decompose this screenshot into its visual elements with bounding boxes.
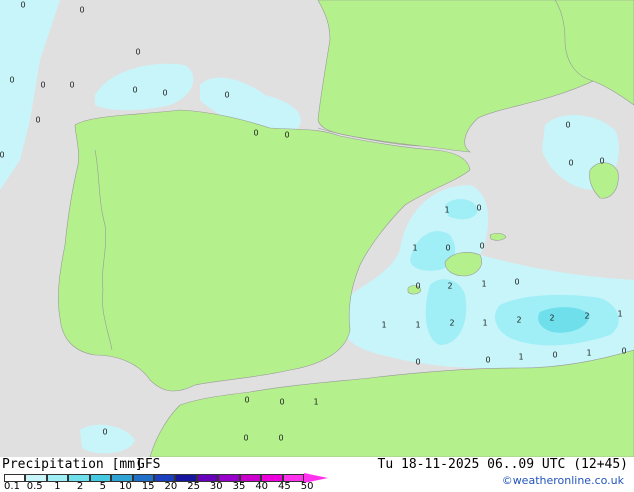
precip-value-label: 1 xyxy=(481,280,486,289)
precip-value-label: 2 xyxy=(447,282,452,291)
precip-value-label: 1 xyxy=(412,244,417,253)
legend-tick-label: 2 xyxy=(76,481,84,492)
precip-value-label: 0 xyxy=(9,76,14,85)
precip-value-label: 0 xyxy=(20,1,25,10)
precip-value-label: 0 xyxy=(244,396,249,405)
precipitation-map: 0 0 0 0 0 0 0 0 0 0 0 0 0 0 1 0 1 0 0 0 2 1 0 1 1 2 1 2 2 2 1 0 0 1 0 1 0 0 0 0… xyxy=(0,0,634,457)
precip-value-label: 1 xyxy=(415,321,420,330)
legend-title: Precipitation [mm] xyxy=(2,457,143,472)
precip-value-label: 2 xyxy=(516,316,521,325)
precip-value-label: 0 xyxy=(253,129,258,138)
precip-value-label: 0 xyxy=(0,151,5,160)
precip-value-label: 0 xyxy=(621,347,626,356)
precip-value-label: 2 xyxy=(449,319,454,328)
legend-tick-label: 15 xyxy=(141,481,155,492)
precip-value-label: 0 xyxy=(284,131,289,140)
precip-value-label: 0 xyxy=(162,89,167,98)
credit-link[interactable]: ©weatheronline.co.uk xyxy=(502,474,624,487)
legend-tick-label: 30 xyxy=(209,481,223,492)
precip-value-label: 2 xyxy=(549,314,554,323)
precip-value-label: 0 xyxy=(565,121,570,130)
valid-time: Tu 18-11-2025 06..09 UTC (12+45) xyxy=(377,457,628,472)
precip-value-label: 0 xyxy=(485,356,490,365)
precip-value-label: 0 xyxy=(279,398,284,407)
precip-value-label: 1 xyxy=(518,353,523,362)
legend-footer: Precipitation [mm] GFS Tu 18-11-2025 06.… xyxy=(0,457,634,492)
precip-value-label: 1 xyxy=(444,206,449,215)
legend-tick-label: 25 xyxy=(187,481,200,492)
menorca xyxy=(489,232,507,241)
precip-value-label: 0 xyxy=(132,86,137,95)
precip-value-label: 0 xyxy=(69,81,74,90)
precip-value-label: 0 xyxy=(599,157,604,166)
precip-value-label: 0 xyxy=(40,81,45,90)
legend-tick-label: 50 xyxy=(300,481,314,492)
precip-value-label: 0 xyxy=(79,6,84,15)
legend-model: GFS xyxy=(137,457,161,472)
precip-value-label: 0 xyxy=(415,358,420,367)
precip-value-label: 1 xyxy=(617,310,622,319)
legend-tick-label: 45 xyxy=(278,481,291,492)
precip-value-label: 1 xyxy=(586,349,591,358)
precip-value-label: 0 xyxy=(102,428,107,437)
precip-value-label: 2 xyxy=(584,312,589,321)
precip-value-label: 0 xyxy=(278,434,283,443)
legend-tick-label: 5 xyxy=(99,481,106,492)
precip-value-label: 0 xyxy=(135,48,140,57)
precip-value-label: 0 xyxy=(445,244,450,253)
precip-value-label: 0 xyxy=(476,204,481,213)
legend-tick-label: 40 xyxy=(255,481,269,492)
precip-value-label: 0 xyxy=(552,351,557,360)
precip-value-label: 0 xyxy=(224,91,229,100)
legend-tick-label: 20 xyxy=(164,481,178,492)
precip-value-label: 1 xyxy=(313,398,318,407)
precip-value-label: 0 xyxy=(243,434,248,443)
precip-value-label: 0 xyxy=(415,282,420,291)
legend-tick-label: 10 xyxy=(119,481,132,492)
legend-tick-label: 0.5 xyxy=(26,481,43,492)
legend-tick-label: 0.1 xyxy=(4,481,20,492)
precip-value-label: 1 xyxy=(381,321,386,330)
precip-value-label: 0 xyxy=(568,159,573,168)
legend-tick-label: 1 xyxy=(54,481,61,492)
map-canvas: 0 0 0 0 0 0 0 0 0 0 0 0 0 0 1 0 1 0 0 0 2 1 0 1 1 2 1 2 2 2 1 0 0 1 0 1 0 0 0 0… xyxy=(0,0,634,457)
precip-value-label: 0 xyxy=(35,116,40,125)
precip-value-label: 1 xyxy=(482,319,487,328)
precip-value-label: 0 xyxy=(514,278,519,287)
legend-tick-label: 35 xyxy=(232,481,246,492)
precip-value-label: 0 xyxy=(479,242,484,251)
